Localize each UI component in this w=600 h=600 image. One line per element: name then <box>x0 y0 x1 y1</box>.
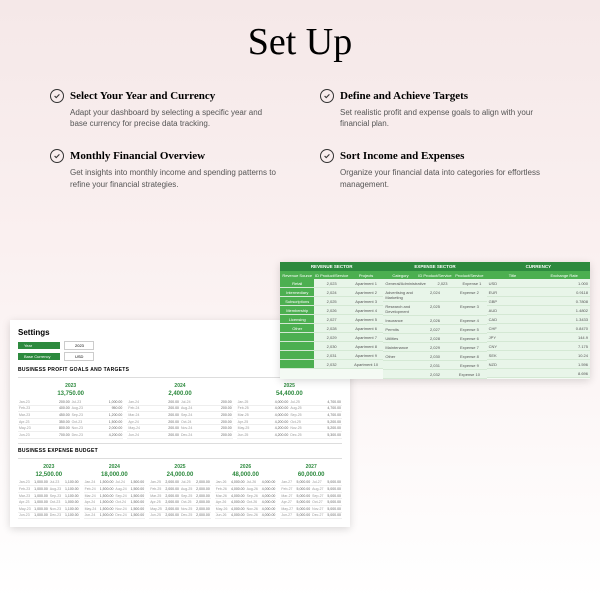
year-total: 24,000.00 <box>149 471 211 480</box>
year-total: 12,500.00 <box>18 471 80 480</box>
features-grid: Select Your Year and Currency Adapt your … <box>0 89 600 210</box>
sector-table: CURRENCYTitleExchange RateUSD1.000EUR0.9… <box>487 262 590 379</box>
year-header: 2025 <box>149 463 211 471</box>
check-icon <box>320 149 334 163</box>
feature-desc: Set realistic profit and expense goals t… <box>320 107 550 129</box>
year-header: 2023 <box>18 463 80 471</box>
select-value[interactable]: 2023 <box>64 341 94 350</box>
sector-table: REVENUE SECTORRevenue SourceID Product/S… <box>280 262 383 379</box>
select-label: Year <box>18 342 60 349</box>
year-total: 60,000.00 <box>280 471 342 480</box>
year-header: 2026 <box>215 463 277 471</box>
feature-desc: Adapt your dashboard by selecting a spec… <box>50 107 280 129</box>
year-total: 2,400.00 <box>127 390 232 399</box>
feature-1: Define and Achieve Targets Set realistic … <box>320 89 550 129</box>
select-value[interactable]: USD <box>64 352 94 361</box>
feature-title: Monthly Financial Overview <box>70 150 205 162</box>
year-header: 2025 <box>237 382 342 390</box>
feature-desc: Get insights into monthly income and spe… <box>50 167 280 189</box>
check-icon <box>50 149 64 163</box>
year-header: 2024 <box>127 382 232 390</box>
expense-section-header: BUSINESS EXPENSE BUDGET <box>18 448 342 454</box>
feature-title: Select Your Year and Currency <box>70 90 215 102</box>
feature-title: Define and Achieve Targets <box>340 90 468 102</box>
select-label: Base Currency <box>18 353 60 360</box>
feature-title: Sort Income and Expenses <box>340 150 464 162</box>
sector-table: EXPENSE SECTORCategoryID Product/Service… <box>383 262 486 379</box>
feature-2: Monthly Financial Overview Get insights i… <box>50 149 280 189</box>
check-icon <box>320 89 334 103</box>
year-total: 13,750.00 <box>18 390 123 399</box>
sectors-screenshot: REVENUE SECTORRevenue SourceID Product/S… <box>280 262 590 379</box>
year-header: 2024 <box>84 463 146 471</box>
feature-3: Sort Income and Expenses Organize your fi… <box>320 149 550 189</box>
year-total: 18,000.00 <box>84 471 146 480</box>
feature-desc: Organize your financial data into catego… <box>320 167 550 189</box>
feature-0: Select Your Year and Currency Adapt your … <box>50 89 280 129</box>
year-header: 2027 <box>280 463 342 471</box>
page-title: Set Up <box>0 0 600 89</box>
check-icon <box>50 89 64 103</box>
year-header: 2023 <box>18 382 123 390</box>
year-total: 48,000.00 <box>215 471 277 480</box>
year-total: 54,400.00 <box>237 390 342 399</box>
